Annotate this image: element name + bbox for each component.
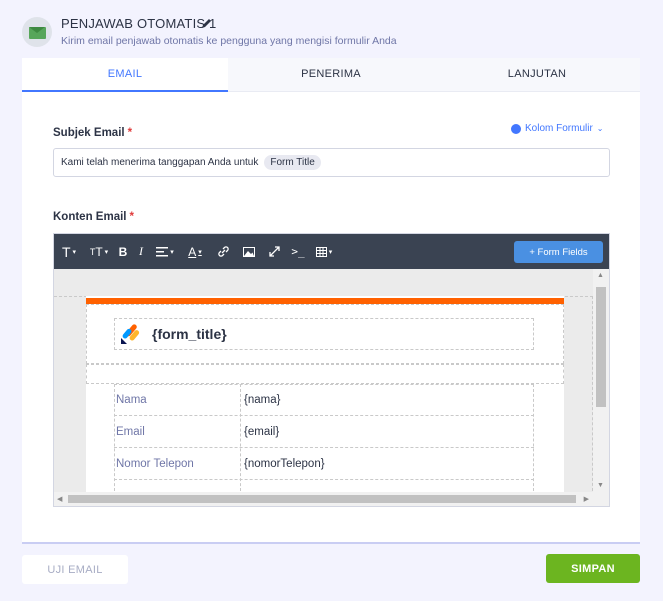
subject-label: Subjek Email * <box>53 127 132 139</box>
scroll-right-icon[interactable]: ▶ <box>584 495 589 503</box>
font-style-button[interactable]: T ▾ <box>54 234 84 269</box>
email-editor[interactable]: T ▾ T T ▾ B I ▾ A ▾ >_ ▾ + Form Fields {… <box>53 233 610 507</box>
page-header: PENJAWAB OTOMATIS 1 Kirim email penjawab… <box>0 0 663 58</box>
table-row <box>114 416 534 448</box>
chevron-down-icon: ⌄ <box>596 124 604 133</box>
form-title-chip[interactable]: Form Title <box>264 155 321 170</box>
tab-lanjutan[interactable]: LANJUTAN <box>434 58 640 92</box>
form-fields-link-text: Kolom Formulir <box>525 123 593 134</box>
scroll-up-icon[interactable]: ▲ <box>597 272 604 279</box>
tab-email[interactable]: EMAIL <box>22 58 228 92</box>
page-title: PENJAWAB OTOMATIS 1 <box>61 16 217 31</box>
expand-icon[interactable] <box>262 234 286 269</box>
italic-button[interactable]: I <box>132 234 150 269</box>
align-button[interactable]: ▾ <box>150 234 180 269</box>
subject-label-text: Subjek Email <box>53 127 125 139</box>
row-value: {email} <box>244 426 280 438</box>
font-size-button[interactable]: T T ▾ <box>84 234 114 269</box>
content-label-text: Konten Email <box>53 211 127 223</box>
row-value: {nomorTelepon} <box>244 458 325 470</box>
save-button[interactable]: SIMPAN <box>546 554 640 583</box>
tab-penerima[interactable]: PENERIMA <box>228 58 434 92</box>
vertical-scroll-thumb[interactable] <box>596 287 606 407</box>
envelope-icon <box>22 17 52 47</box>
test-email-button[interactable]: UJI EMAIL <box>22 555 128 584</box>
align-icon <box>156 246 169 256</box>
code-icon[interactable]: >_ <box>286 234 310 269</box>
editor-canvas[interactable]: {form_title} Nama {nama} Email {email} N… <box>54 269 609 506</box>
footer-divider <box>22 542 640 544</box>
vertical-scrollbar[interactable]: ▲ ▼ <box>593 269 609 492</box>
page-subtitle: Kirim email penjawab otomatis ke penggun… <box>61 35 397 47</box>
scroll-down-icon[interactable]: ▼ <box>597 482 604 489</box>
row-label: Nama <box>116 394 147 406</box>
spacer-block <box>86 364 564 384</box>
table-icon[interactable]: ▾ <box>310 234 338 269</box>
content-label: Konten Email * <box>53 211 134 223</box>
settings-card: EMAIL PENERIMA LANJUTAN Subjek Email * Ko… <box>22 58 640 542</box>
text-color-button[interactable]: A ▾ <box>180 234 210 269</box>
editor-toolbar: T ▾ T T ▾ B I ▾ A ▾ >_ ▾ + Form Fields <box>54 234 609 269</box>
form-fields-button[interactable]: + Form Fields <box>514 241 603 263</box>
row-label: Nomor Telepon <box>116 458 194 470</box>
form-title-placeholder: {form_title} <box>152 326 227 342</box>
row-value: {nama} <box>244 394 281 406</box>
table-row <box>114 384 534 416</box>
horizontal-scrollbar[interactable]: ◀ ▶ <box>54 492 609 506</box>
horizontal-scroll-thumb[interactable] <box>68 495 576 503</box>
form-fields-icon <box>511 123 521 134</box>
pencil-icon[interactable] <box>201 17 213 29</box>
required-marker: * <box>129 211 134 223</box>
required-marker: * <box>127 127 133 139</box>
bold-button[interactable]: B <box>114 234 132 269</box>
tab-bar: EMAIL PENERIMA LANJUTAN <box>22 58 640 92</box>
image-icon[interactable] <box>236 234 262 269</box>
jotform-logo-icon <box>121 324 140 344</box>
row-label: Email <box>116 426 145 438</box>
link-icon[interactable] <box>210 234 236 269</box>
subject-text: Kami telah menerima tanggapan Anda untuk <box>61 157 259 168</box>
form-fields-dropdown[interactable]: Kolom Formulir ⌄ <box>511 123 604 134</box>
scroll-left-icon[interactable]: ◀ <box>57 495 62 503</box>
subject-input[interactable]: Kami telah menerima tanggapan Anda untuk… <box>53 148 610 177</box>
